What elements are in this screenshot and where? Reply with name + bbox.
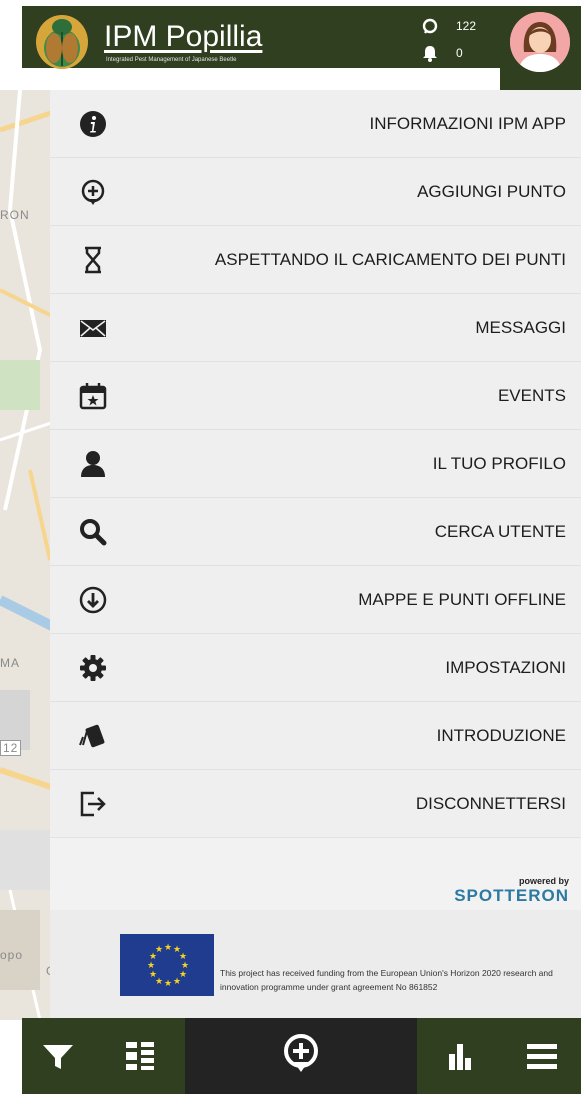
svg-text:★: ★	[147, 961, 155, 971]
powered-by[interactable]: powered by SPOTTERON	[454, 876, 569, 906]
menu-item-label: AGGIUNGI PUNTO	[417, 182, 566, 201]
powered-by-label: powered by	[518, 876, 569, 886]
stats-area: 122 0	[402, 6, 500, 68]
menu-item-logout[interactable]: DISCONNETTERSI	[50, 770, 581, 838]
cards-icon	[79, 724, 105, 748]
spotteron-logo: SPOTTERON	[454, 886, 569, 905]
envelope-icon	[80, 320, 106, 337]
menu-item-add-point[interactable]: AGGIUNGI PUNTO	[50, 158, 581, 226]
menu-item-label: DISCONNETTERSI	[415, 794, 566, 813]
menu-item-messages[interactable]: MESSAGGI	[50, 294, 581, 362]
download-icon	[79, 586, 107, 614]
svg-text:★: ★	[164, 943, 172, 953]
menu-item-label: MESSAGGI	[475, 318, 566, 337]
points-icon	[422, 18, 438, 34]
search-icon	[80, 519, 107, 546]
logout-icon	[80, 791, 106, 817]
profile-area[interactable]	[500, 6, 581, 90]
menu-item-search-user[interactable]: CERCA UTENTE	[50, 498, 581, 566]
eu-flag-icon: ★ ★ ★ ★ ★ ★ ★ ★ ★ ★ ★ ★	[120, 934, 214, 996]
hourglass-icon	[85, 246, 101, 274]
filter-icon[interactable]	[40, 1038, 76, 1074]
menu-item-label: INFORMAZIONI IPM APP	[369, 114, 566, 133]
user-icon	[81, 451, 105, 477]
user-avatar-icon	[510, 12, 570, 72]
svg-text:★: ★	[164, 979, 172, 989]
avatar[interactable]	[510, 12, 570, 72]
menu-item-profile[interactable]: IL TUO PROFILO	[50, 430, 581, 498]
gear-icon	[80, 655, 106, 681]
list-view-icon[interactable]	[122, 1038, 158, 1074]
calendar-star-icon	[79, 383, 107, 410]
eu-funding-text: This project has received funding from t…	[220, 968, 553, 992]
points-stat[interactable]: 122	[422, 18, 476, 34]
eu-funding-panel: ★ ★ ★ ★ ★ ★ ★ ★ ★ ★ ★ ★ This project has…	[50, 910, 581, 1018]
map-label: 12	[0, 740, 22, 756]
map-label: RON	[0, 208, 30, 222]
bottom-toolbar	[22, 1018, 581, 1094]
menu-item-events[interactable]: EVENTS	[50, 362, 581, 430]
app-subtitle: Integrated Pest Management of Japanese B…	[106, 57, 237, 63]
statistics-icon[interactable]	[442, 1038, 478, 1074]
menu-item-label: CERCA UTENTE	[434, 522, 566, 541]
map-label: opo	[0, 948, 24, 962]
menu-item-offline-maps[interactable]: MAPPE E PUNTI OFFLINE	[50, 566, 581, 634]
add-point-area	[185, 1018, 417, 1094]
notifications-count: 0	[456, 46, 463, 60]
add-point-button[interactable]	[281, 1032, 321, 1080]
menu-item-info[interactable]: INFORMAZIONI IPM APP	[50, 90, 581, 158]
add-point-icon	[81, 179, 105, 205]
menu-item-settings[interactable]: IMPOSTAZIONI	[50, 634, 581, 702]
svg-text:★: ★	[173, 977, 181, 987]
menu-item-pending-upload[interactable]: ASPETTANDO IL CARICAMENTO DEI PUNTI	[50, 226, 581, 294]
app-header: IPM Popillia Integrated Pest Management …	[22, 6, 581, 90]
bell-icon	[423, 46, 437, 62]
app-title: IPM Popillia	[104, 20, 263, 53]
points-count: 122	[456, 19, 477, 33]
map-label: MA	[0, 656, 20, 670]
menu-item-introduction[interactable]: INTRODUZIONE	[50, 702, 581, 770]
svg-text:★: ★	[149, 970, 157, 980]
menu-item-label: MAPPE E PUNTI OFFLINE	[358, 590, 566, 609]
beetle-logo-icon	[36, 15, 88, 69]
brand-area[interactable]: IPM Popillia Integrated Pest Management …	[22, 6, 402, 69]
menu-item-label: IL TUO PROFILO	[432, 454, 566, 473]
side-menu: INFORMAZIONI IPM APP AGGIUNGI PUNTO ASPE…	[50, 90, 581, 910]
menu-item-label: ASPETTANDO IL CARICAMENTO DEI PUNTI	[214, 250, 566, 269]
menu-item-label: IMPOSTAZIONI	[445, 658, 566, 677]
info-icon	[80, 111, 106, 137]
menu-item-label: EVENTS	[497, 386, 566, 405]
notifications-stat[interactable]: 0	[422, 44, 463, 62]
svg-text:★: ★	[155, 945, 163, 955]
menu-icon[interactable]	[524, 1038, 560, 1074]
menu-item-label: INTRODUZIONE	[436, 726, 566, 745]
